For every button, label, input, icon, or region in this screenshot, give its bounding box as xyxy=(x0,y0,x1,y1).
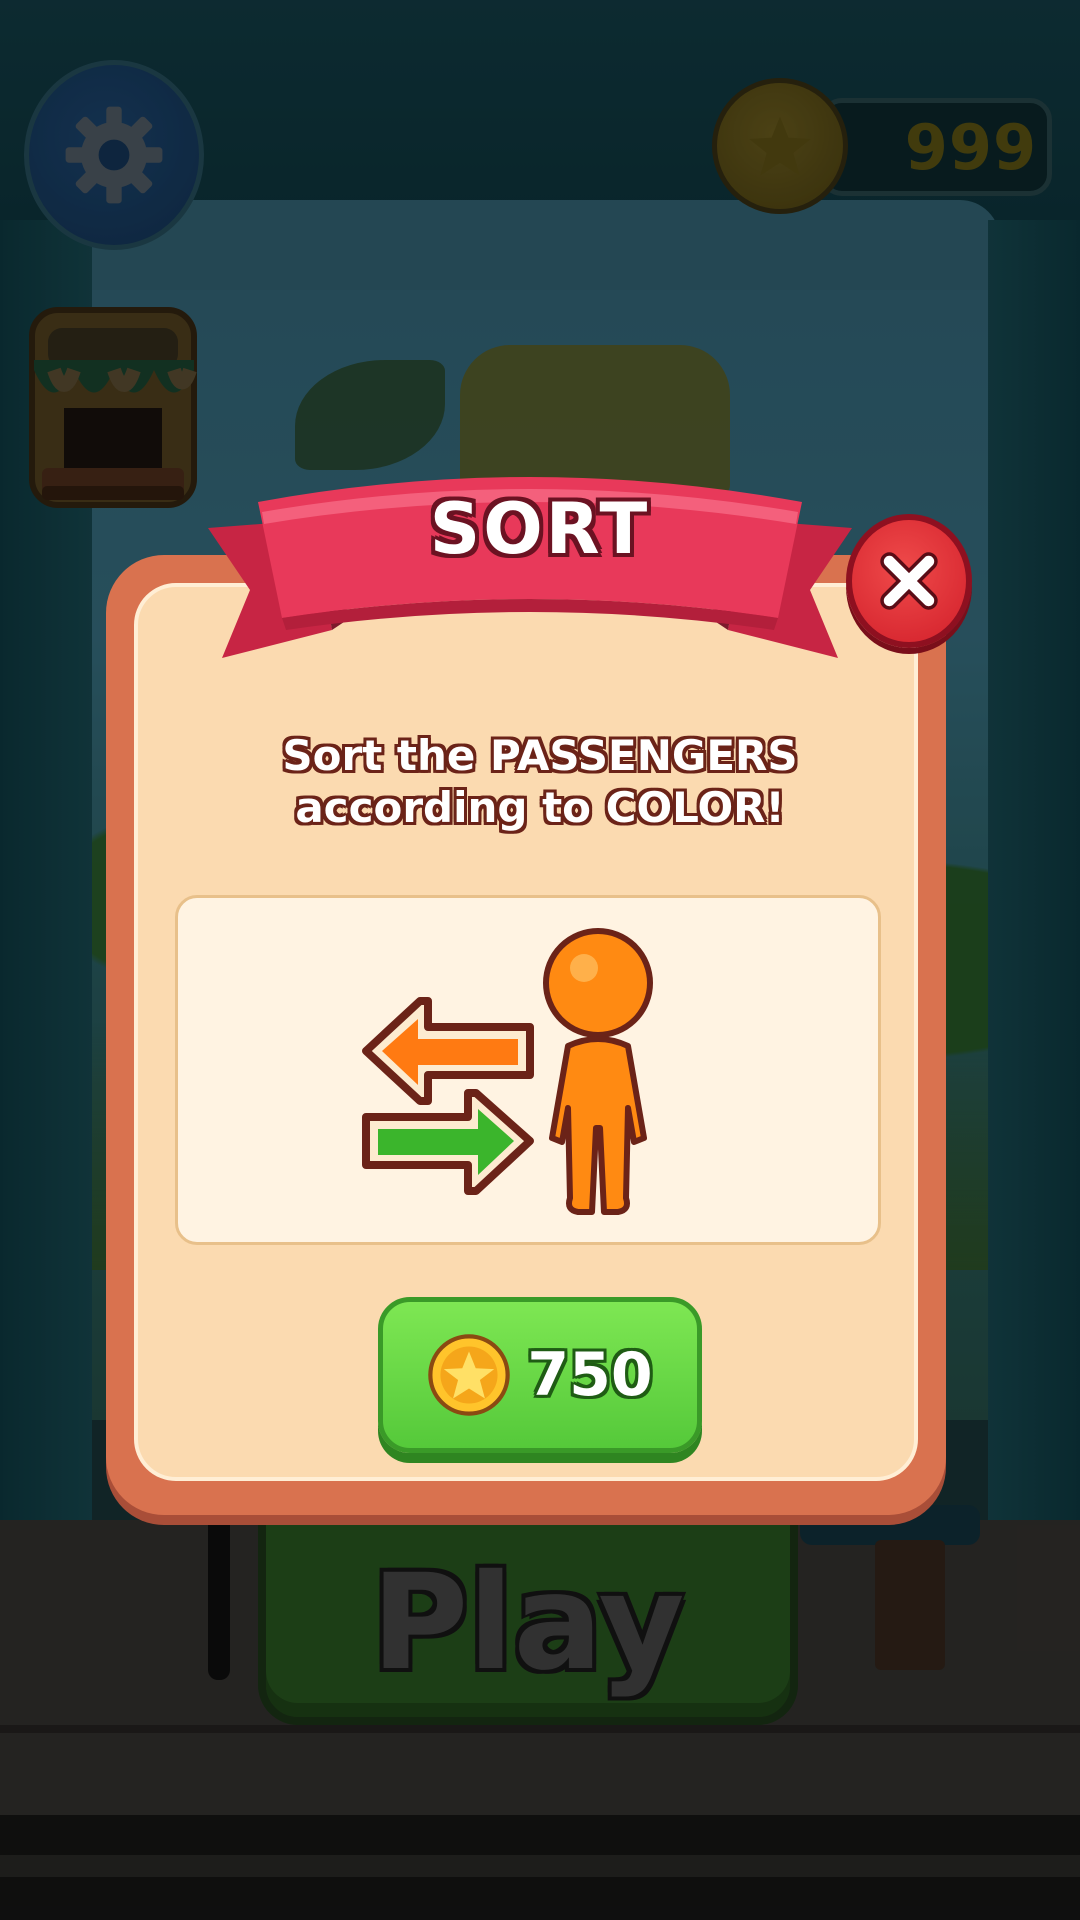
buy-sort-button[interactable]: 750 xyxy=(378,1297,702,1453)
swap-arrows-icon xyxy=(362,997,534,1195)
illustration-panel xyxy=(175,895,881,1245)
star-coin-icon xyxy=(428,1334,511,1416)
close-icon xyxy=(880,552,938,610)
passenger-figure-icon xyxy=(543,928,653,1215)
description-line-2: according to COLOR! xyxy=(295,783,785,832)
dialog-description: Sort the PASSENGERS according to COLOR! xyxy=(0,730,1080,834)
close-button[interactable] xyxy=(846,514,972,648)
buy-price: 750 xyxy=(527,1340,653,1410)
description-line-1: Sort the PASSENGERS xyxy=(282,731,798,780)
